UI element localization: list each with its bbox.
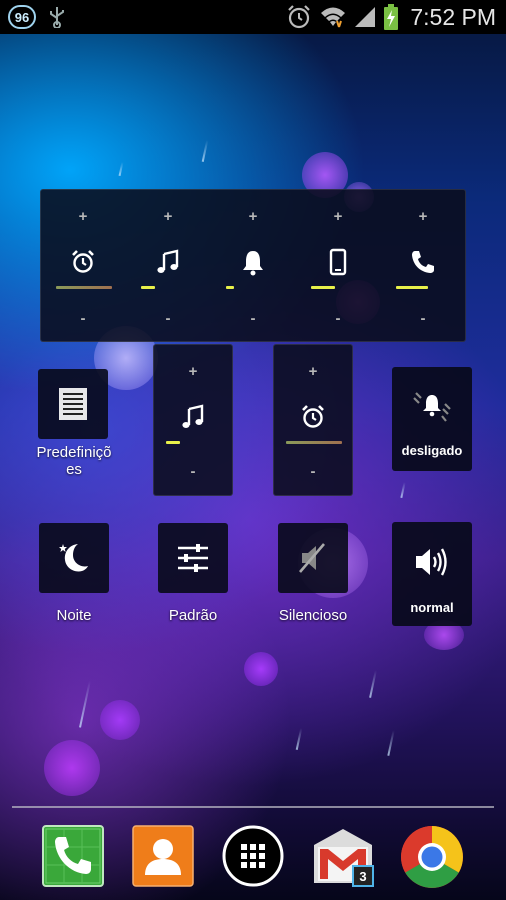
volume-up-button[interactable]: + [126, 208, 210, 225]
vibrate-toggle[interactable]: desligado [392, 367, 472, 471]
music-volume-down-button[interactable]: - [154, 463, 232, 480]
profile-silent-button[interactable] [278, 523, 348, 593]
volume-channel-call: + - [381, 190, 465, 343]
phone-device-icon[interactable] [324, 248, 352, 276]
music-volume-level-bar[interactable] [166, 441, 180, 444]
gmail-app-icon[interactable]: 3 [312, 825, 374, 887]
list-document-icon [59, 388, 87, 420]
volume-level-bar[interactable] [141, 286, 155, 289]
phone-app-icon[interactable] [42, 825, 104, 887]
profile-night-label: Noite [56, 607, 92, 624]
dock-divider [12, 806, 494, 808]
alarm-volume-down-button[interactable]: - [274, 463, 352, 480]
volume-level-bar[interactable] [56, 286, 112, 289]
profile-default-button[interactable] [158, 523, 228, 593]
app-drawer-icon[interactable] [222, 825, 284, 887]
volume-up-button[interactable]: + [41, 208, 125, 225]
speaker-muted-icon [299, 543, 325, 573]
vibrate-bell-icon [413, 392, 451, 422]
status-bar: 96 7:52 PM [0, 0, 506, 34]
profile-silent-label: Silencioso [278, 607, 348, 624]
bell-icon[interactable] [239, 248, 267, 276]
wifi-icon [321, 7, 346, 28]
alarm-icon [288, 5, 311, 29]
chrome-app-icon[interactable] [400, 825, 463, 888]
volume-channel-music: + - [126, 190, 210, 343]
volume-channel-notification: + - [211, 190, 295, 343]
volume-up-button[interactable]: + [381, 208, 465, 225]
alarm-volume-up-button[interactable]: + [274, 363, 352, 380]
usb-icon [50, 7, 64, 28]
music-note-icon[interactable] [154, 248, 182, 276]
presets-label: Predefiniçõ es [36, 444, 112, 478]
battery-charging-icon [384, 4, 399, 30]
phone-handset-icon[interactable] [409, 248, 437, 276]
speaker-loud-icon [416, 548, 447, 576]
volume-down-button[interactable]: - [296, 310, 380, 327]
volume-up-button[interactable]: + [296, 208, 380, 225]
volume-down-button[interactable]: - [126, 310, 210, 327]
volume-level-bar[interactable] [226, 286, 234, 289]
volume-down-button[interactable]: - [41, 310, 125, 327]
music-note-icon[interactable] [179, 403, 207, 431]
ringer-mode-label: normal [410, 600, 454, 615]
alarm-clock-icon[interactable] [69, 248, 97, 276]
battery-level-badge: 96 [8, 5, 36, 29]
volume-level-bar[interactable] [396, 286, 428, 289]
volume-widget: + - + - + - + - + - [40, 189, 466, 342]
volume-up-button[interactable]: + [211, 208, 295, 225]
presets-button[interactable] [38, 369, 108, 439]
clock: 7:52 PM [410, 3, 496, 30]
alarm-volume-level-bar[interactable] [286, 441, 342, 444]
gmail-unread-badge: 3 [352, 865, 374, 887]
profile-night-button[interactable] [39, 523, 109, 593]
vibrate-toggle-label: desligado [401, 443, 463, 458]
profile-default-label: Padrão [168, 607, 218, 624]
music-volume-up-button[interactable]: + [154, 363, 232, 380]
alarm-volume-widget: + - [273, 344, 353, 496]
sliders-icon [178, 544, 208, 572]
ringer-mode-toggle[interactable]: normal [392, 522, 472, 626]
volume-channel-system: + - [296, 190, 380, 343]
moon-star-icon [59, 544, 88, 572]
volume-down-button[interactable]: - [211, 310, 295, 327]
alarm-clock-icon[interactable] [299, 403, 327, 431]
signal-icon [355, 7, 376, 27]
volume-level-bar[interactable] [311, 286, 335, 289]
volume-channel-alarm: + - [41, 190, 125, 343]
volume-down-button[interactable]: - [381, 310, 465, 327]
music-volume-widget: + - [153, 344, 233, 496]
contacts-app-icon[interactable] [132, 825, 194, 887]
